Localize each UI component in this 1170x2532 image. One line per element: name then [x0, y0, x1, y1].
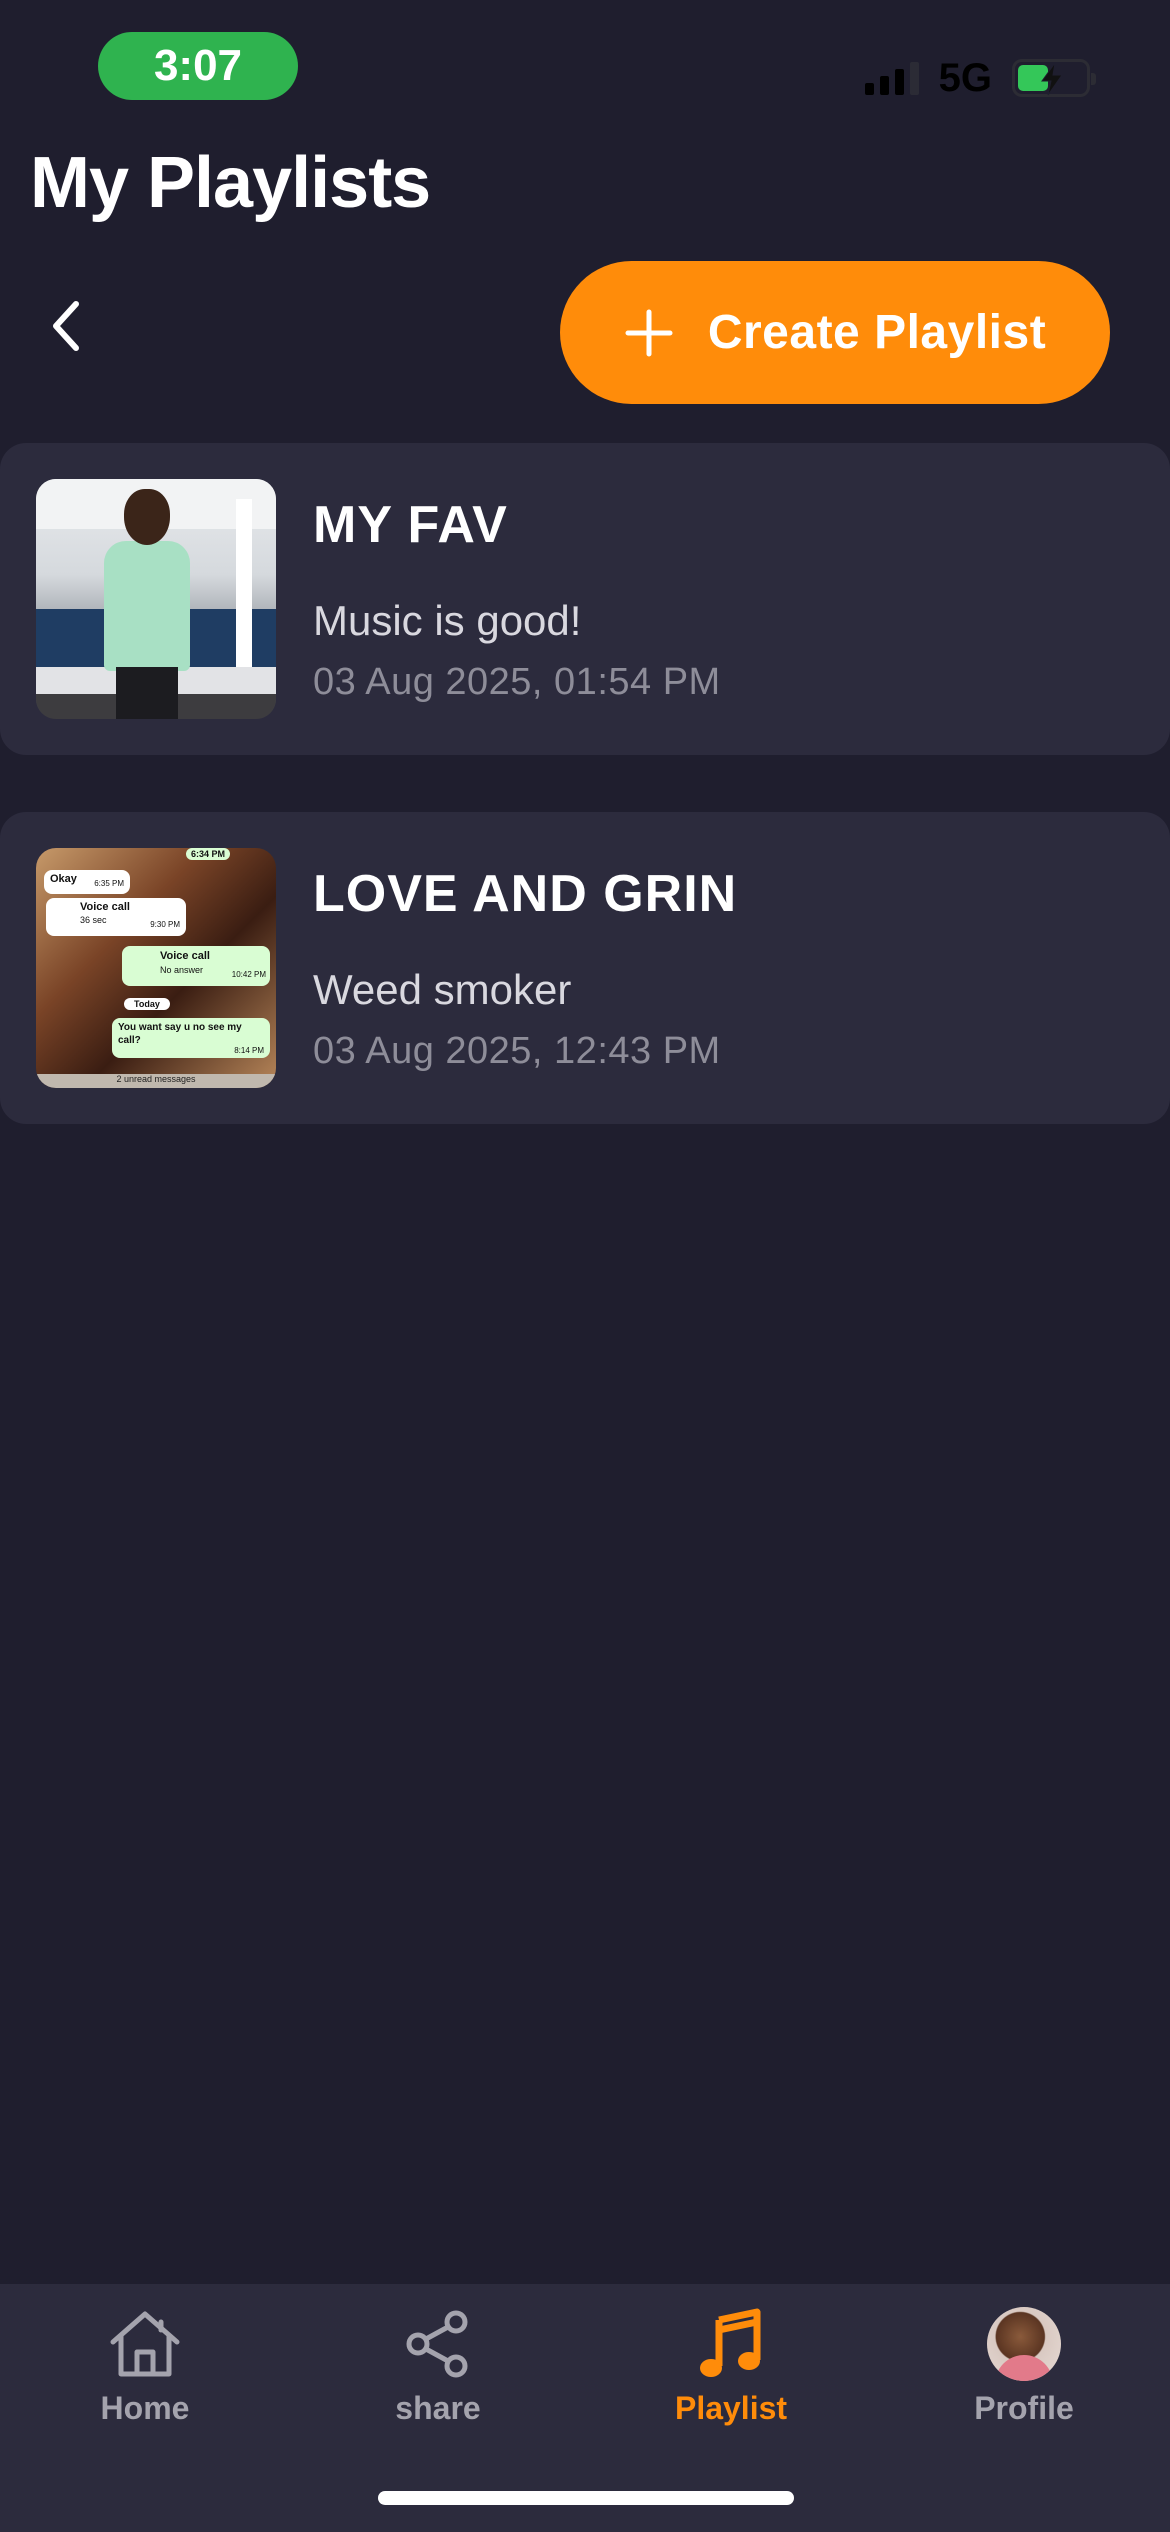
playlist-date: 03 Aug 2025, 12:43 PM [313, 1030, 721, 1072]
back-button[interactable] [38, 290, 94, 362]
playlist-thumbnail: 6:34 PM Okay 6:35 PM Voice call 36 sec 9… [36, 848, 276, 1088]
playlist-date: 03 Aug 2025, 01:54 PM [313, 661, 721, 703]
avatar [987, 2307, 1061, 2381]
playlist-card[interactable]: MY FAV Music is good! 03 Aug 2025, 01:54… [0, 443, 1170, 755]
nav-share-label: share [395, 2390, 481, 2426]
nav-playlist-label: Playlist [674, 2390, 788, 2426]
thumbnail-bubble: Voice call 36 sec 9:30 PM [46, 898, 186, 936]
page-title: My Playlists [30, 143, 431, 223]
create-playlist-label: Create Playlist [707, 306, 1047, 359]
playlist-name: LOVE AND GRIN [313, 865, 738, 923]
playlists-screen: 3:07 5G My Playlists Create Playlist MY … [0, 0, 1170, 2532]
thumbnail-text: 2 unread messages [36, 1074, 276, 1088]
nav-share[interactable]: share [338, 2304, 538, 2454]
network-type: 5G [938, 55, 992, 100]
thumbnail-bubble: Okay 6:35 PM [44, 870, 130, 894]
status-time-text: 3:07 [153, 41, 243, 90]
playlist-description: Weed smoker [313, 966, 572, 1013]
thumbnail-bubble: Voice call No answer 10:42 PM [122, 946, 270, 986]
playlist-name: MY FAV [313, 496, 508, 554]
playlist-card[interactable]: 6:34 PM Okay 6:35 PM Voice call 36 sec 9… [0, 812, 1170, 1124]
share-icon [398, 2304, 478, 2384]
status-time: 3:07 [98, 32, 298, 100]
battery-charging-icon [1012, 59, 1096, 97]
nav-home[interactable]: Home [45, 2304, 245, 2454]
thumbnail-text: 6:34 PM [186, 848, 231, 860]
cellular-signal-icon [864, 61, 919, 95]
nav-profile-label: Profile [974, 2390, 1074, 2426]
playlist-description: Music is good! [313, 597, 582, 644]
thumbnail-bubble: You want say u no see my call? 8:14 PM [112, 1018, 270, 1058]
music-note-icon [691, 2304, 771, 2384]
home-icon [105, 2304, 185, 2384]
playlist-thumbnail [36, 479, 276, 719]
create-playlist-button[interactable]: Create Playlist [560, 261, 1110, 404]
home-indicator [378, 2491, 794, 2505]
nav-playlist[interactable]: Playlist [631, 2304, 831, 2454]
nav-home-label: Home [100, 2390, 190, 2426]
nav-profile[interactable]: Profile [924, 2304, 1124, 2454]
thumbnail-text: Today [124, 998, 170, 1010]
chevron-left-icon [53, 301, 79, 351]
plus-icon [625, 309, 673, 356]
status-indicators: 5G [864, 52, 1096, 104]
